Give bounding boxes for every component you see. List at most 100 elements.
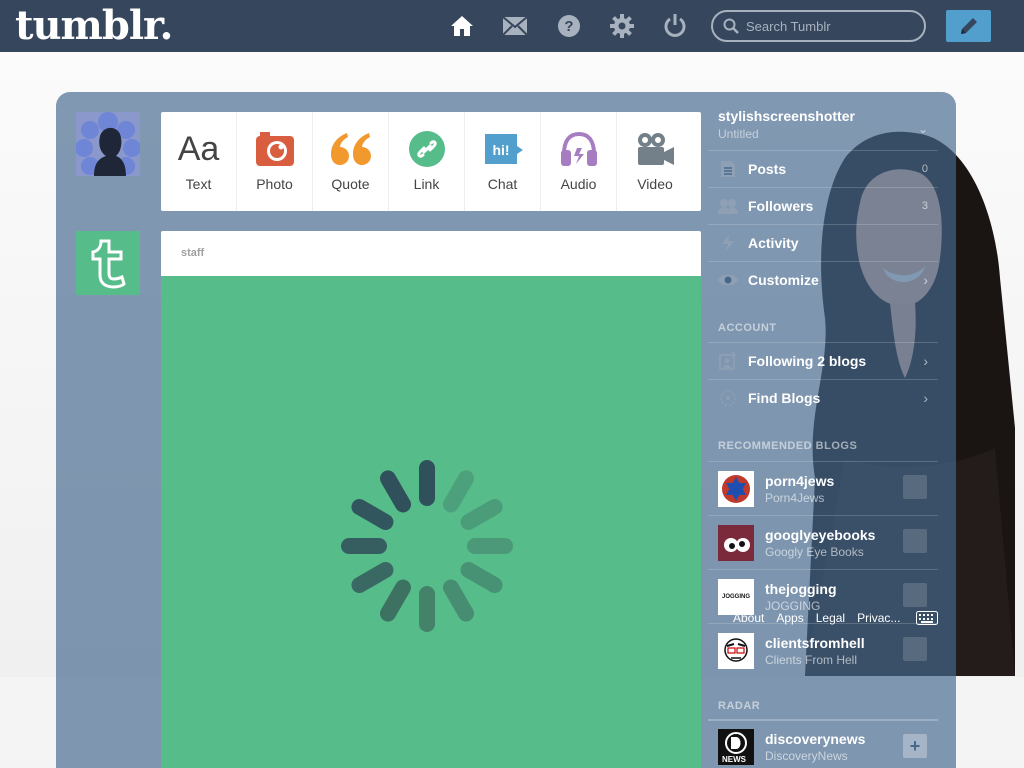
follow-plus-button[interactable]: + — [903, 734, 927, 758]
find-blogs-icon — [718, 388, 738, 408]
keyboard-icon[interactable] — [916, 611, 938, 630]
compose-button[interactable] — [946, 10, 991, 42]
chevron-right-icon: › — [923, 390, 928, 406]
recommended-heading: RECOMMENDED BLOGS — [718, 440, 858, 452]
footer-link-about[interactable]: About — [733, 611, 764, 625]
search-icon — [723, 18, 739, 34]
follow-button[interactable] — [903, 637, 927, 661]
post-type-bar: Aa Text Photo Quote Link hi! Chat Audio — [161, 112, 701, 211]
search-placeholder: Search Tumblr — [746, 18, 831, 34]
post-type-label: Photo — [256, 176, 293, 192]
jogging-avatar-text: JOGGING — [721, 593, 750, 600]
post-type-label: Text — [185, 176, 212, 192]
headphones-icon — [560, 130, 598, 168]
loading-spinner-icon — [341, 460, 513, 632]
activity-icon — [718, 233, 738, 253]
post-type-label: Link — [413, 176, 440, 192]
pencil-icon — [960, 18, 977, 34]
porn4jews-avatar — [718, 470, 754, 507]
sidebar-item-find-blogs[interactable]: Find Blogs › — [708, 379, 938, 416]
sidebar-item-label: Posts — [748, 161, 787, 177]
post-type-label: Chat — [487, 176, 518, 192]
post-type-text[interactable]: Aa Text — [161, 112, 237, 211]
sidebar-item-customize[interactable]: Customize › — [708, 261, 938, 298]
radar-blog-title: DiscoveryNews — [765, 749, 848, 763]
svg-text:hi!: hi! — [492, 142, 509, 158]
post-type-quote[interactable]: Quote — [313, 112, 389, 211]
post-type-video[interactable]: Video — [617, 112, 693, 211]
recommended-blog[interactable]: porn4jews Porn4Jews — [708, 461, 938, 515]
help-icon[interactable]: ? — [556, 13, 582, 39]
clientsfromhell-avatar — [718, 632, 754, 669]
post-type-photo[interactable]: Photo — [237, 112, 313, 211]
home-icon[interactable] — [449, 13, 475, 39]
recommended-blog[interactable]: googlyeyebooks Googly Eye Books — [708, 515, 938, 569]
posts-count: 0 — [921, 163, 928, 175]
post-type-label: Video — [637, 176, 673, 192]
chevron-down-icon[interactable]: ⌄ — [918, 122, 928, 136]
recommended-blog-name: googlyeyebooks — [765, 526, 876, 543]
video-camera-icon — [636, 130, 674, 168]
search-input[interactable]: Search Tumblr — [711, 10, 926, 42]
sidebar-item-posts[interactable]: Posts 0 — [708, 150, 938, 187]
recommended-blog-title: Googly Eye Books — [765, 544, 864, 559]
tumblr-logo[interactable]: tumblr. — [15, 2, 173, 49]
post-type-audio[interactable]: Audio — [541, 112, 617, 211]
followers-icon — [718, 196, 738, 216]
sidebar-item-followers[interactable]: Followers 3 — [708, 187, 938, 224]
staff-avatar[interactable] — [76, 231, 140, 295]
discoverynews-badge: NEWS — [722, 755, 746, 764]
tumblr-t-icon — [91, 239, 126, 289]
recommended-blog[interactable]: clientsfromhell Clients From Hell — [708, 623, 938, 677]
posts-icon — [718, 159, 738, 179]
sidebar-item-label: Customize — [748, 272, 819, 288]
post-author[interactable]: staff — [161, 231, 701, 276]
svg-text:?: ? — [564, 18, 573, 35]
footer-link-privacy[interactable]: Privac... — [857, 611, 900, 625]
sidebar-item-activity[interactable]: Activity — [708, 224, 938, 261]
post-type-link[interactable]: Link — [389, 112, 465, 211]
recommended-blog-name: clientsfromhell — [765, 634, 865, 651]
footer-link-legal[interactable]: Legal — [816, 611, 845, 625]
chat-icon: hi! — [483, 130, 523, 168]
chevron-right-icon: › — [923, 353, 928, 369]
chevron-right-icon: › — [923, 272, 928, 288]
text-icon: Aa — [177, 129, 220, 168]
sidebar-item-following[interactable]: Following 2 blogs › — [708, 342, 938, 379]
thejogging-avatar: JOGGING — [718, 578, 754, 615]
googlyeyebooks-avatar — [718, 524, 754, 561]
post-content — [161, 276, 701, 768]
sidebar-item-label: Activity — [748, 235, 799, 251]
account-heading: ACCOUNT — [718, 322, 777, 334]
mail-icon[interactable] — [502, 13, 528, 39]
recommended-blog-name: porn4jews — [765, 472, 835, 489]
dashboard-post: staff — [161, 231, 701, 768]
quote-icon — [330, 130, 371, 168]
power-icon[interactable] — [662, 13, 688, 39]
blog-name[interactable]: stylishscreenshotter — [718, 108, 855, 124]
gear-icon[interactable] — [609, 13, 635, 39]
footer-links: About Apps Legal Privac... — [733, 611, 900, 625]
discoverynews-avatar: NEWS — [718, 729, 754, 765]
footer-link-apps[interactable]: Apps — [776, 611, 803, 625]
eye-icon — [718, 270, 738, 290]
followers-count: 3 — [921, 200, 928, 212]
follow-button[interactable] — [903, 529, 927, 553]
sidebar-item-label: Following 2 blogs — [748, 353, 867, 369]
link-icon — [408, 130, 445, 168]
following-icon — [718, 351, 738, 371]
top-navigation-bar: tumblr. ? Search Tumblr — [0, 0, 1024, 52]
post-type-chat[interactable]: hi! Chat — [465, 112, 541, 211]
radar-heading: RADAR — [718, 700, 761, 712]
radar-blog-name: discoverynews — [765, 731, 866, 747]
user-avatar[interactable] — [76, 112, 140, 176]
sidebar-item-label: Followers — [748, 198, 814, 214]
post-type-label: Audio — [560, 176, 597, 192]
recommended-blog-name: thejogging — [765, 580, 837, 597]
follow-button[interactable] — [903, 475, 927, 499]
follow-button[interactable] — [903, 583, 927, 607]
sidebar-item-label: Find Blogs — [748, 390, 821, 406]
blog-subtitle: Untitled — [718, 127, 759, 141]
recommended-blog-title: Clients From Hell — [765, 652, 858, 667]
radar-blog[interactable]: NEWS discoverynews DiscoveryNews + — [708, 719, 938, 768]
